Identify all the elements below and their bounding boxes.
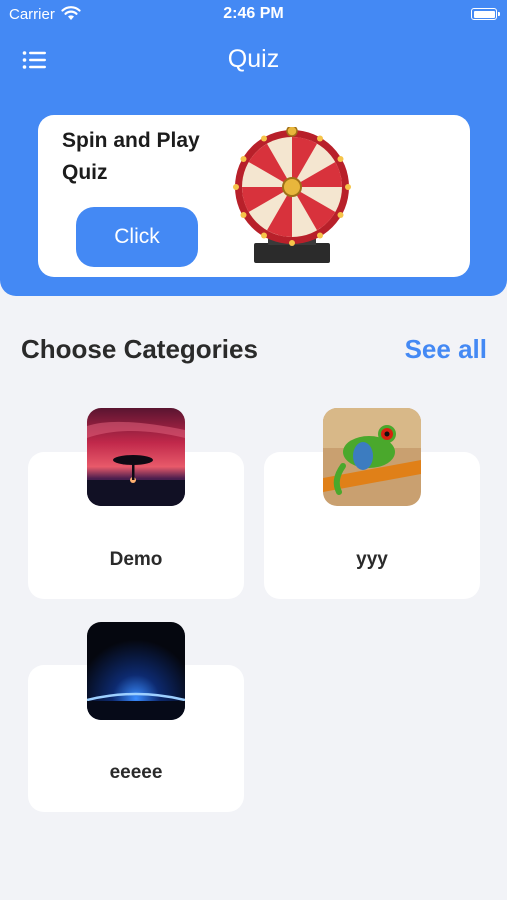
section-title: Choose Categories <box>21 334 258 364</box>
blue-horizon-image <box>87 622 185 720</box>
sunset-tree-image <box>87 408 185 506</box>
category-label: yyy <box>356 549 388 570</box>
page-title: Quiz <box>227 45 280 73</box>
status-time: 2:46 PM <box>223 5 284 22</box>
header: Carrier 2:46 PM Quiz Spin and Play Quiz … <box>0 0 507 296</box>
prize-wheel-image <box>233 127 351 263</box>
category-label: Demo <box>109 549 163 570</box>
battery-icon <box>471 8 500 20</box>
quiz-home-screen: Carrier 2:46 PM Quiz Spin and Play Quiz … <box>0 0 507 900</box>
tree-frog-image <box>323 408 421 506</box>
click-button[interactable]: Click <box>76 207 198 267</box>
category-label: eeeee <box>109 762 163 783</box>
promo-title: Spin and Play Quiz <box>62 129 200 184</box>
spin-play-card: Spin and Play Quiz Click <box>38 115 470 277</box>
status-bar: Carrier 2:46 PM <box>0 0 507 30</box>
see-all-link[interactable]: See all <box>405 334 487 365</box>
